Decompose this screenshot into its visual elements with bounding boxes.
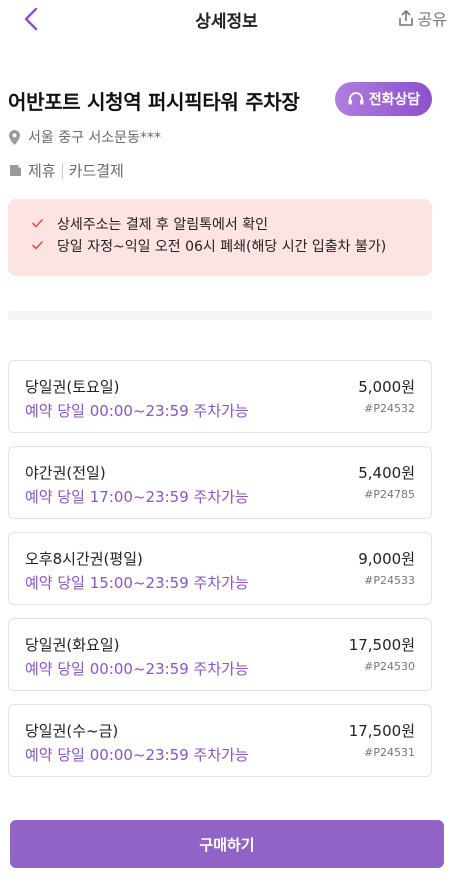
share-button[interactable]: 공유	[397, 7, 447, 29]
ticket-code: #P24531	[364, 746, 415, 759]
ticket-name: 당일권(토요일)	[25, 378, 120, 396]
ticket-name: 당일권(수~금)	[25, 722, 119, 740]
ticket-description: 예약 당일 00:00~23:59 주차가능	[25, 402, 249, 420]
page-title: 상세정보	[195, 12, 258, 32]
ticket-description: 예약 당일 00:00~23:59 주차가능	[25, 660, 249, 678]
top-bar: 상세정보 공유	[0, 0, 453, 38]
ticket-card[interactable]: 당일권(수~금) 예약 당일 00:00~23:59 주차가능 17,500원 …	[8, 704, 432, 777]
ticket-code: #P24530	[364, 660, 415, 673]
ticket-card[interactable]: 당일권(화요일) 예약 당일 00:00~23:59 주차가능 17,500원 …	[8, 618, 432, 691]
headset-icon	[348, 92, 364, 105]
call-consult-label: 전화상담	[368, 92, 421, 108]
check-icon	[32, 241, 43, 250]
tag-icon	[10, 165, 21, 176]
ticket-price: 9,000원	[358, 550, 415, 568]
address-row: 서울 중구 서소문동***	[9, 127, 161, 147]
tag-divider	[61, 162, 63, 179]
ticket-name: 당일권(화요일)	[25, 636, 120, 654]
ticket-list: 당일권(토요일) 예약 당일 00:00~23:59 주차가능 5,000원 #…	[8, 360, 432, 790]
ticket-description: 예약 당일 17:00~23:59 주차가능	[25, 488, 249, 506]
ticket-price: 5,400원	[358, 464, 415, 482]
ticket-price: 17,500원	[348, 636, 415, 654]
ticket-price: 17,500원	[348, 722, 415, 740]
ticket-description: 예약 당일 15:00~23:59 주차가능	[25, 574, 249, 592]
notice-box: 상세주소는 결제 후 알림톡에서 확인 당일 자정~익일 오전 06시 폐쇄(해…	[8, 199, 432, 276]
notice-item: 당일 자정~익일 오전 06시 폐쇄(해당 시간 입출차 불가)	[32, 235, 432, 256]
ticket-code: #P24532	[364, 402, 415, 415]
location-pin-icon	[9, 129, 20, 145]
ticket-code: #P24533	[364, 574, 415, 587]
parking-lot-name: 어반포트 시청역 퍼시픽타워 주차장	[8, 90, 300, 114]
ticket-card[interactable]: 오후8시간권(평일) 예약 당일 15:00~23:59 주차가능 9,000원…	[8, 532, 432, 605]
notice-text: 상세주소는 결제 후 알림톡에서 확인	[57, 216, 268, 233]
notice-item: 상세주소는 결제 후 알림톡에서 확인	[32, 213, 432, 234]
tags-row: 제휴 카드결제	[9, 160, 124, 181]
address-text: 서울 중구 서소문동***	[28, 130, 161, 146]
notice-text: 당일 자정~익일 오전 06시 폐쇄(해당 시간 입출차 불가)	[57, 238, 387, 255]
ticket-price: 5,000원	[358, 378, 415, 396]
tag-partner: 제휴	[28, 162, 56, 180]
ticket-name: 오후8시간권(평일)	[25, 550, 143, 568]
ticket-name: 야간권(전일)	[25, 464, 106, 482]
section-divider	[8, 311, 432, 320]
ticket-code: #P24785	[364, 488, 415, 501]
ticket-card[interactable]: 야간권(전일) 예약 당일 17:00~23:59 주차가능 5,400원 #P…	[8, 446, 432, 519]
check-icon	[32, 219, 43, 228]
ticket-description: 예약 당일 00:00~23:59 주차가능	[25, 746, 249, 764]
ticket-card[interactable]: 당일권(토요일) 예약 당일 00:00~23:59 주차가능 5,000원 #…	[8, 360, 432, 433]
share-label: 공유	[417, 10, 447, 29]
purchase-button[interactable]: 구매하기	[10, 820, 444, 868]
call-consult-button[interactable]: 전화상담	[335, 82, 432, 116]
tag-card-payment: 카드결제	[68, 162, 124, 180]
share-icon	[398, 10, 413, 26]
